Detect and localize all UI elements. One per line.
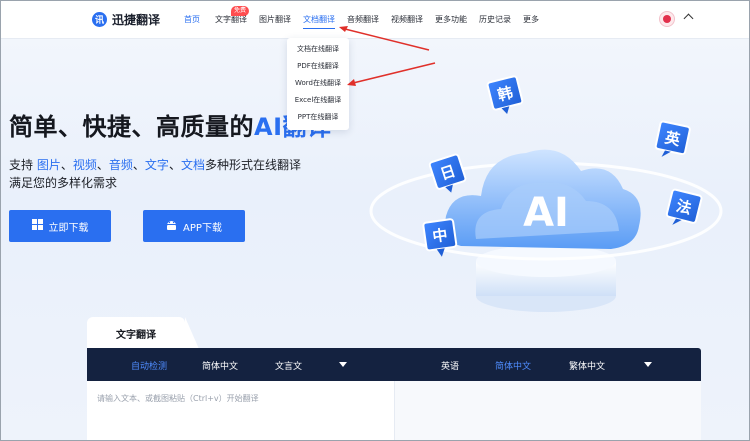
logo-icon: 讯 bbox=[92, 12, 107, 27]
bubble-english: 英 bbox=[654, 120, 691, 157]
chevron-up-icon[interactable] bbox=[683, 13, 694, 24]
nav-audio-translate[interactable]: 音频翻译 bbox=[347, 14, 379, 25]
source-text-input[interactable]: 请输入文本、或截图粘贴（Ctrl+v）开始翻译 bbox=[87, 381, 394, 440]
dropdown-item-excel[interactable]: Excel在线翻译 bbox=[287, 95, 349, 105]
nav-history[interactable]: 历史记录 bbox=[479, 14, 511, 25]
hero-subtitle-2: 满足您的多样化需求 bbox=[9, 176, 118, 190]
nav-image-translate[interactable]: 图片翻译 bbox=[259, 14, 291, 25]
dropdown-item-pdf[interactable]: PDF在线翻译 bbox=[287, 61, 349, 71]
nav-more-features[interactable]: 更多功能 bbox=[435, 14, 467, 25]
hero-sub-prefix: 支持 bbox=[9, 158, 37, 172]
bubble-french: 法 bbox=[665, 188, 703, 225]
download-button-label: 立即下载 bbox=[48, 222, 89, 234]
dropdown-item-ppt[interactable]: PPT在线翻译 bbox=[287, 112, 349, 122]
nav-home[interactable]: 首页 bbox=[184, 14, 200, 25]
hero-subtitle: 支持 图片、视频、音频、文字、文档多种形式在线翻译 bbox=[9, 158, 301, 172]
android-icon bbox=[166, 219, 177, 234]
hero-sub-suffix: 多种形式在线翻译 bbox=[204, 158, 301, 172]
target-lang-dropdown-icon[interactable] bbox=[644, 362, 652, 367]
nav-more[interactable]: 更多 bbox=[523, 14, 539, 25]
hero-title-main: 简单、快捷、高质量的 bbox=[9, 113, 254, 141]
app-download-button-label: APP下载 bbox=[183, 222, 222, 234]
app-frame: 讯 迅捷翻译 首页 文字翻译 图片翻译 文档翻译 音频翻译 视频翻译 更多功能 … bbox=[0, 0, 750, 441]
source-lang-classical[interactable]: 文言文 bbox=[275, 359, 302, 372]
source-lang-auto[interactable]: 自动检测 bbox=[131, 359, 167, 372]
avatar[interactable] bbox=[659, 11, 675, 27]
download-button[interactable]: 立即下载 bbox=[9, 210, 111, 242]
dropdown-item-word[interactable]: Word在线翻译 bbox=[287, 78, 349, 88]
document-translate-dropdown: 文档在线翻译 PDF在线翻译 Word在线翻译 Excel在线翻译 PPT在线翻… bbox=[287, 38, 349, 130]
hero-sub-video[interactable]: 视频 bbox=[73, 158, 97, 172]
bubble-japanese: 日 bbox=[428, 153, 467, 193]
nav-video-translate[interactable]: 视频翻译 bbox=[391, 14, 423, 25]
hero-sub-document[interactable]: 文档 bbox=[181, 158, 205, 172]
translation-output bbox=[394, 381, 701, 440]
hero-title: 简单、快捷、高质量的AI翻译 bbox=[9, 107, 332, 142]
nav-document-translate[interactable]: 文档翻译 bbox=[303, 14, 335, 29]
target-lang-traditional[interactable]: 繁体中文 bbox=[569, 359, 605, 372]
dropdown-item-document[interactable]: 文档在线翻译 bbox=[287, 44, 349, 54]
source-lang-simplified[interactable]: 简体中文 bbox=[202, 359, 238, 372]
target-lang-english[interactable]: 英语 bbox=[441, 359, 459, 372]
ai-cloud-illustration: AI 韩 英 日 法 中 bbox=[369, 75, 723, 312]
windows-icon bbox=[31, 219, 43, 233]
app-download-button[interactable]: APP下载 bbox=[143, 210, 245, 242]
target-lang-simplified[interactable]: 简体中文 bbox=[495, 359, 531, 372]
tab-text-translate[interactable]: 文字翻译 bbox=[87, 317, 199, 349]
hero-sub-image[interactable]: 图片 bbox=[37, 158, 61, 172]
free-badge: 免费 bbox=[231, 6, 250, 16]
language-bar: 自动检测 简体中文 文言文 英语 简体中文 繁体中文 bbox=[87, 348, 701, 381]
cloud-ai-text: AI bbox=[523, 190, 569, 236]
logo-text: 迅捷翻译 bbox=[112, 13, 161, 27]
source-lang-dropdown-icon[interactable] bbox=[339, 362, 347, 367]
bubble-chinese-text: 中 bbox=[431, 226, 448, 246]
logo[interactable]: 讯 迅捷翻译 bbox=[92, 11, 160, 28]
hero-sub-audio[interactable]: 音频 bbox=[109, 158, 133, 172]
avatar-icon bbox=[663, 15, 671, 23]
top-header: 讯 迅捷翻译 首页 文字翻译 图片翻译 文档翻译 音频翻译 视频翻译 更多功能 … bbox=[1, 1, 749, 39]
bubble-korean: 韩 bbox=[486, 75, 524, 115]
source-text-placeholder: 请输入文本、或截图粘贴（Ctrl+v）开始翻译 bbox=[97, 394, 259, 403]
hero-sub-text[interactable]: 文字 bbox=[145, 158, 169, 172]
